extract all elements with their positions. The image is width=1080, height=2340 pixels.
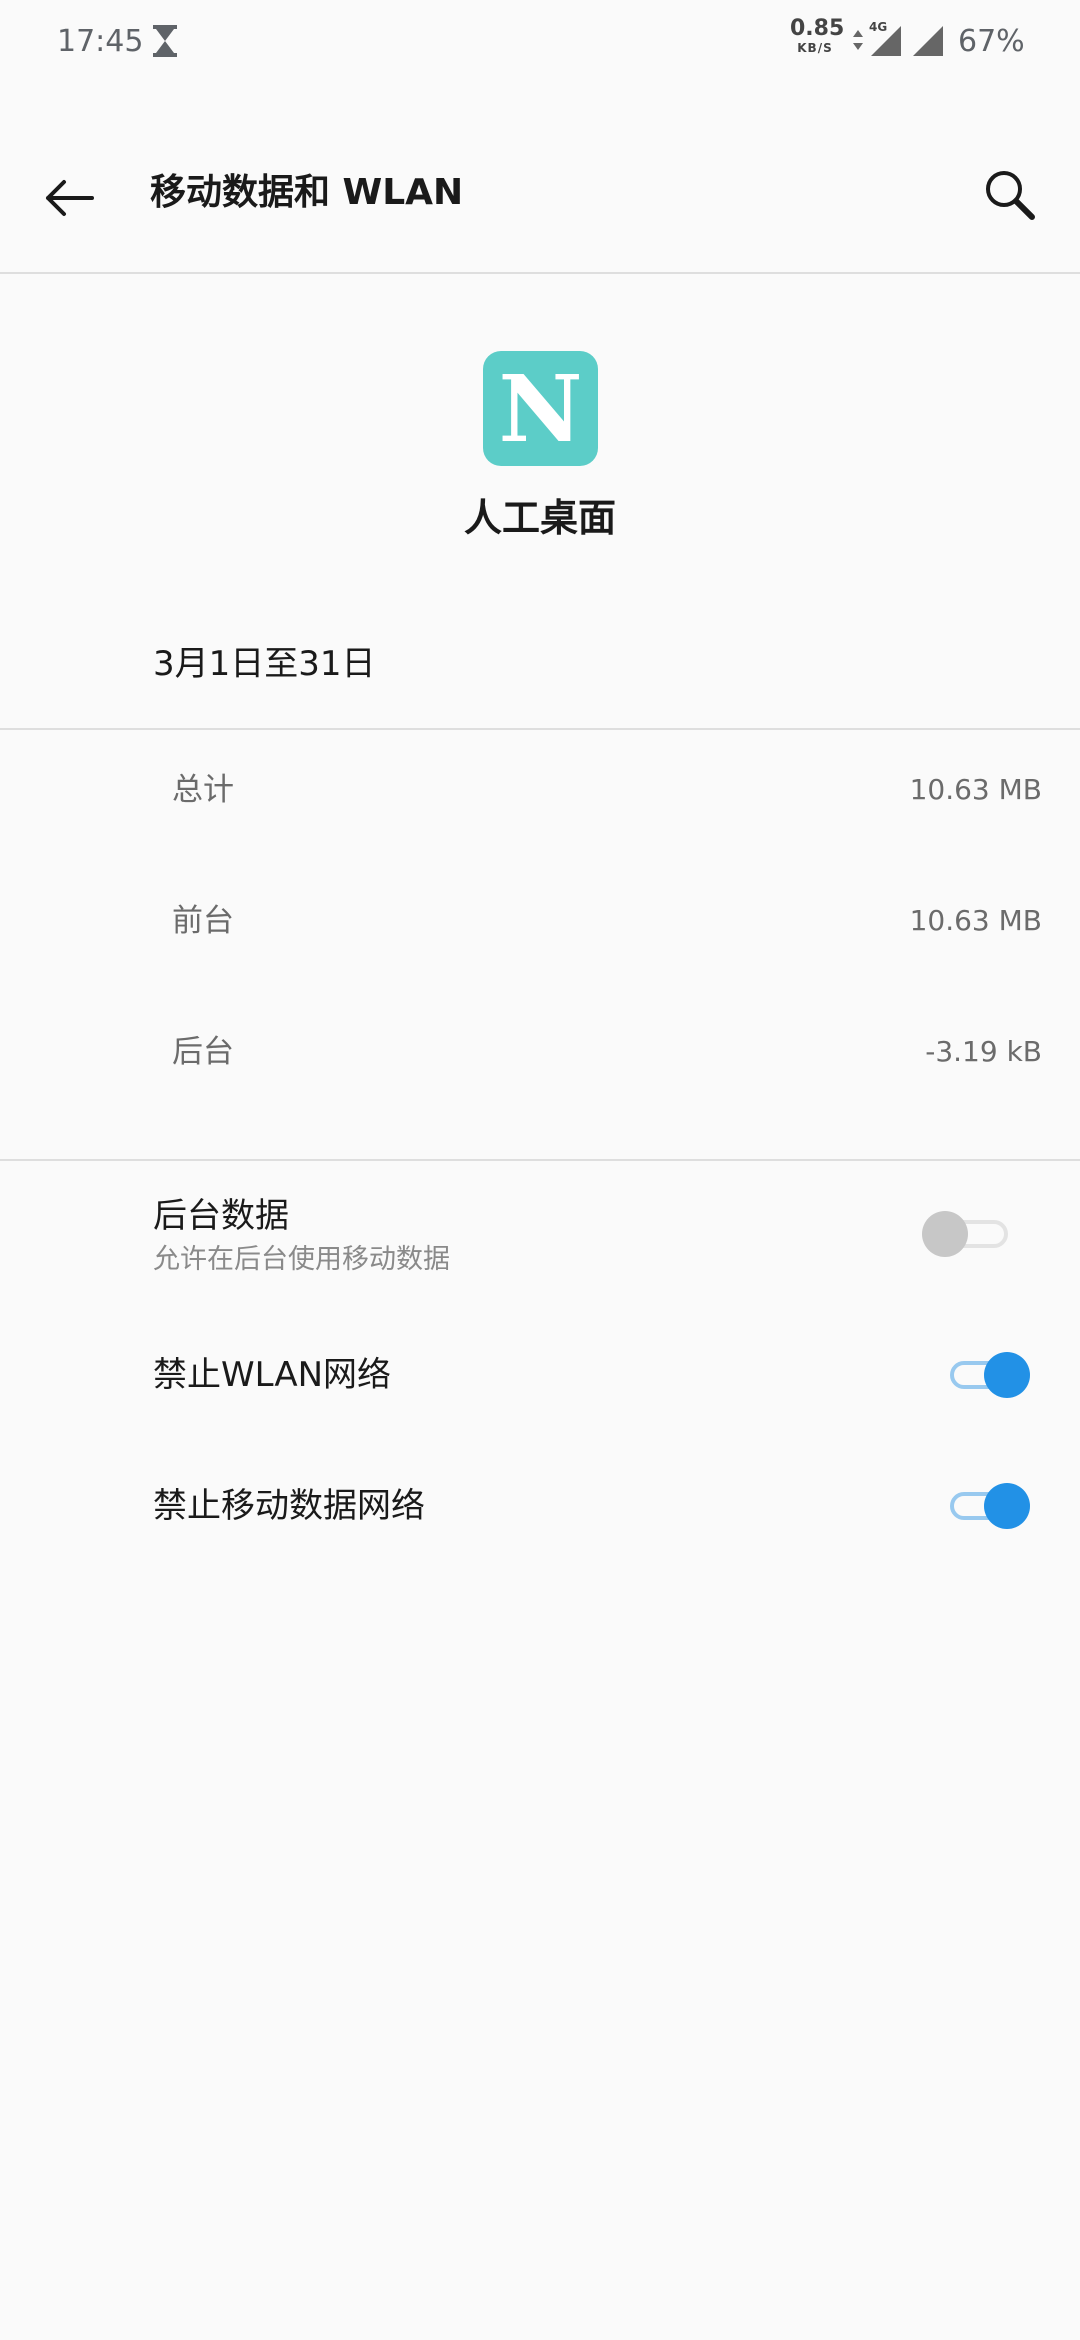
data-activity-icon	[853, 30, 863, 50]
toolbar-divider	[0, 272, 1080, 274]
background-usage-value: -3.19 kB	[925, 1035, 1042, 1068]
toggle-thumb	[984, 1483, 1030, 1529]
foreground-usage-label: 前台	[172, 903, 234, 939]
app-name: 人工桌面	[463, 496, 616, 540]
total-usage-label: 总计	[172, 772, 234, 808]
block-mobile-data-title: 禁止移动数据网络	[153, 1486, 425, 1526]
cycle-divider	[0, 728, 1080, 730]
search-icon	[986, 171, 1035, 220]
toggle-thumb	[984, 1352, 1030, 1398]
block-mobile-data-toggle[interactable]	[940, 1476, 1030, 1536]
block-wlan-row[interactable]: 禁止WLAN网络	[0, 1325, 1080, 1425]
back-button[interactable]	[30, 158, 110, 238]
background-data-subtitle: 允许在后台使用移动数据	[153, 1244, 450, 1275]
signal-icon-2	[913, 26, 943, 56]
toggle-thumb	[922, 1211, 968, 1257]
page-title: 移动数据和 WLAN	[150, 172, 464, 213]
background-data-title: 后台数据	[153, 1196, 289, 1236]
network-speed-unit: KB/S	[797, 41, 833, 55]
network-speed: 0.85 KB/S	[790, 16, 845, 55]
usage-cycle-selector[interactable]: 3月1日至31日	[153, 636, 376, 692]
app-icon-letter: N	[498, 354, 583, 463]
battery-level: 67%	[958, 24, 1025, 59]
foreground-usage-value: 10.63 MB	[909, 904, 1042, 937]
usage-divider	[0, 1159, 1080, 1161]
block-wlan-toggle[interactable]	[940, 1345, 1030, 1405]
hourglass-icon	[153, 25, 177, 57]
network-speed-value: 0.85	[790, 16, 845, 41]
signal-icon	[871, 26, 901, 56]
arrow-left-icon	[46, 180, 94, 216]
block-mobile-data-row[interactable]: 禁止移动数据网络	[0, 1456, 1080, 1556]
block-wlan-title: 禁止WLAN网络	[153, 1355, 392, 1395]
total-usage-value: 10.63 MB	[909, 773, 1042, 806]
background-data-toggle[interactable]	[922, 1204, 1012, 1264]
search-button[interactable]	[970, 155, 1050, 235]
background-usage-label: 后台	[172, 1034, 234, 1070]
app-icon: N	[483, 351, 598, 466]
background-data-row[interactable]: 后台数据 允许在后台使用移动数据	[0, 1180, 1080, 1295]
status-time: 17:45	[57, 24, 144, 59]
